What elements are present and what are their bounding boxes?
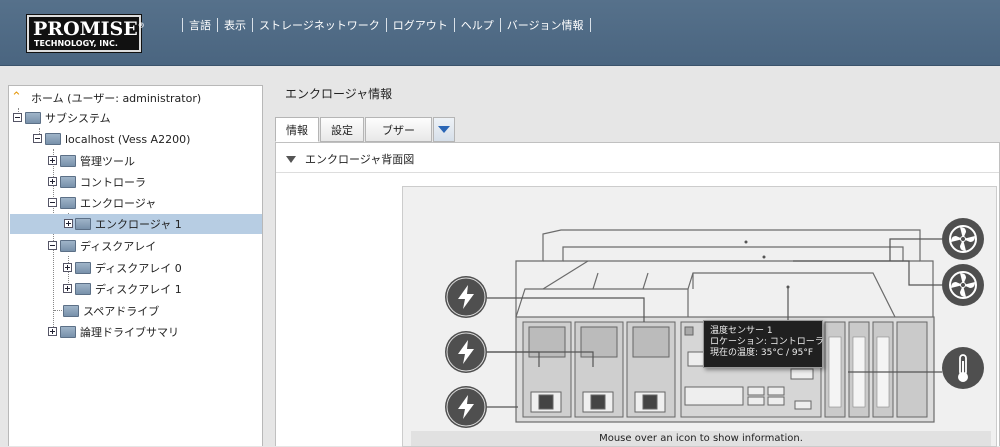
- expand-icon[interactable]: [48, 327, 57, 336]
- tooltip-sensor-name: 温度センサー 1: [710, 326, 773, 336]
- tree-label: ディスクアレイ 0: [95, 262, 182, 275]
- disk-array-icon: [75, 262, 91, 274]
- tree-item-spare-drives[interactable]: スペアドライブ: [63, 301, 159, 321]
- expand-icon[interactable]: [64, 219, 73, 228]
- tree-item-enclosure[interactable]: エンクロージャ: [48, 193, 156, 213]
- tree-item-disk-arrays[interactable]: ディスクアレイ: [48, 236, 156, 256]
- tools-icon: [60, 155, 76, 167]
- tooltip-temperature: 現在の温度: 35°C / 95°F: [710, 348, 814, 358]
- tree-label: エンクロージャ 1: [95, 218, 182, 231]
- tree-label: 論理ドライブサマリ: [80, 326, 179, 339]
- tree-label: ディスクアレイ: [80, 240, 157, 253]
- power-supply-2-icon[interactable]: [445, 331, 487, 373]
- disk-array-icon: [60, 240, 76, 252]
- nav-language[interactable]: 言語: [189, 17, 211, 33]
- top-nav: 言語 表示 ストレージネットワーク ログアウト ヘルプ バージョン情報: [176, 17, 597, 33]
- logo-subtext: TECHNOLOGY, INC.: [34, 39, 118, 48]
- controller-icon: [60, 176, 76, 188]
- tab-buzzer[interactable]: ブザー: [365, 117, 432, 142]
- tree-label: 管理ツール: [80, 155, 135, 168]
- fan-2-icon[interactable]: [942, 264, 984, 306]
- tree-item-logical-drive-summary[interactable]: 論理ドライブサマリ: [48, 322, 179, 342]
- tree-label: スペアドライブ: [83, 305, 160, 318]
- tree-item-home[interactable]: ⌃ ホーム (ユーザー: administrator): [11, 88, 201, 108]
- page-title: エンクロージャ情報: [285, 87, 393, 101]
- tooltip-location: ロケーション: コントローラ: [710, 337, 824, 347]
- tree-label: サブシステム: [45, 112, 111, 125]
- tree-item-subsystem[interactable]: サブシステム: [13, 108, 111, 128]
- promise-logo: PROMISE® TECHNOLOGY, INC.: [27, 15, 145, 52]
- collapse-triangle-icon: [286, 155, 296, 163]
- home-icon: ⌃: [11, 90, 22, 105]
- power-supply-1-icon[interactable]: [445, 276, 487, 318]
- collapse-icon[interactable]: [33, 134, 42, 143]
- enclosure-icon: [75, 218, 91, 230]
- tab-bar: 情報 設定 ブザー: [275, 117, 456, 142]
- nav-storage-network[interactable]: ストレージネットワーク: [259, 17, 380, 33]
- collapse-icon[interactable]: [48, 198, 57, 207]
- section-title: エンクロージャ背面図: [305, 153, 415, 166]
- tree-label: エンクロージャ: [80, 197, 157, 210]
- logo-text: PROMISE®: [33, 18, 145, 40]
- expand-icon[interactable]: [48, 177, 57, 186]
- chevron-down-icon: [438, 126, 450, 133]
- sensor-tooltip: 温度センサー 1 ロケーション: コントローラ 現在の温度: 35°C / 95…: [703, 320, 824, 368]
- power-supply-3-icon[interactable]: [445, 386, 487, 428]
- tree-item-localhost[interactable]: localhost (Vess A2200): [33, 129, 190, 149]
- section-header-rear-view[interactable]: エンクロージャ背面図: [286, 151, 414, 167]
- expand-icon[interactable]: [63, 263, 72, 272]
- subsystem-icon: [25, 112, 41, 124]
- collapse-icon[interactable]: [48, 241, 57, 250]
- enclosure-icon: [60, 197, 76, 209]
- tree-label: localhost (Vess A2200): [65, 132, 191, 146]
- collapse-icon[interactable]: [13, 113, 22, 122]
- navigation-tree: ⌃ ホーム (ユーザー: administrator) サブシステム local…: [8, 85, 263, 446]
- server-icon: [45, 133, 61, 145]
- expand-icon[interactable]: [48, 156, 57, 165]
- tree-item-controller[interactable]: コントローラ: [48, 172, 146, 192]
- enclosure-rear-view: 温度センサー 1 ロケーション: コントローラ 現在の温度: 35°C / 95…: [402, 186, 997, 447]
- tree-item-enclosure-1[interactable]: エンクロージャ 1: [10, 214, 262, 234]
- nav-view[interactable]: 表示: [224, 17, 246, 33]
- tree-item-admin-tools[interactable]: 管理ツール: [48, 151, 135, 171]
- tree-label: ディスクアレイ 1: [95, 283, 182, 296]
- tab-info[interactable]: 情報: [275, 117, 319, 142]
- tab-content: エンクロージャ背面図 温度センサー 1 ロケーション: コントローラ 現在の温度…: [275, 142, 1000, 447]
- tree-item-disk-array-1[interactable]: ディスクアレイ 1: [63, 279, 182, 299]
- expand-icon[interactable]: [63, 284, 72, 293]
- tab-settings[interactable]: 設定: [320, 117, 364, 142]
- temperature-sensor-icon[interactable]: [942, 347, 984, 389]
- disk-array-icon: [75, 283, 91, 295]
- spare-drive-icon: [63, 305, 79, 317]
- tree-label: ホーム (ユーザー: administrator): [31, 92, 202, 105]
- hover-hint: Mouse over an icon to show information.: [411, 431, 991, 446]
- enclosure-diagram: [487, 229, 942, 423]
- main-panel: エンクロージャ情報 情報 設定 ブザー エンクロージャ背面図 温度センサー 1 …: [275, 85, 1000, 447]
- fan-1-icon[interactable]: [942, 218, 984, 260]
- logical-drive-icon: [60, 326, 76, 338]
- nav-help[interactable]: ヘルプ: [461, 17, 494, 33]
- tree-item-disk-array-0[interactable]: ディスクアレイ 0: [63, 258, 182, 278]
- tab-dropdown-button[interactable]: [433, 117, 455, 142]
- nav-version-info[interactable]: バージョン情報: [507, 17, 584, 33]
- tree-label: コントローラ: [80, 176, 146, 189]
- nav-logout[interactable]: ログアウト: [393, 17, 448, 33]
- app-header: PROMISE® TECHNOLOGY, INC. 言語 表示 ストレージネット…: [0, 0, 1000, 66]
